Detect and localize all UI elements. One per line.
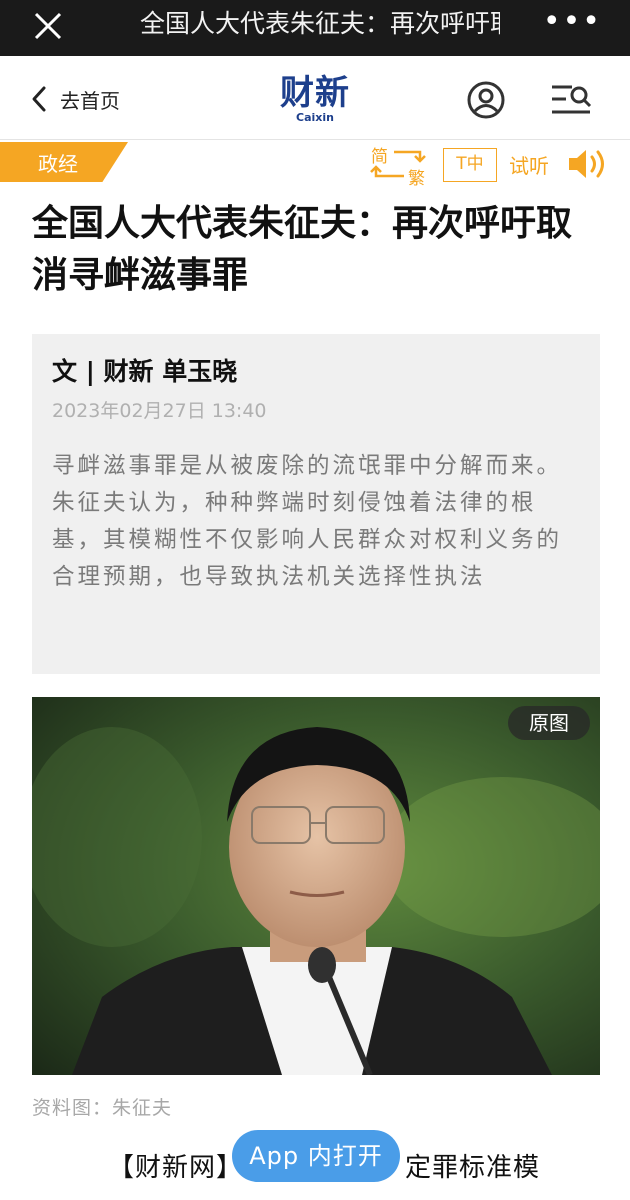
simplified-label: 简 bbox=[371, 147, 388, 167]
close-icon[interactable] bbox=[28, 6, 68, 46]
open-in-app-button[interactable]: App 内打开 bbox=[232, 1130, 400, 1182]
caixin-logo[interactable]: 财新 Caixin bbox=[270, 74, 360, 124]
article-author: 文 | 财新 单玉晓 bbox=[52, 357, 238, 386]
article-summary-card: 文 | 财新 单玉晓 2023年02月27日 13:40 寻衅滋事罪是从被废除的… bbox=[32, 334, 600, 674]
chevron-left-icon bbox=[32, 86, 46, 112]
portrait-image bbox=[32, 697, 600, 1075]
article-photo[interactable]: 原图 bbox=[32, 697, 600, 1075]
menu-search-icon[interactable] bbox=[550, 82, 592, 118]
category-label: 政经 bbox=[38, 152, 78, 176]
article-toolbar: 政经 简 繁 T中 试听 bbox=[0, 142, 630, 189]
category-tag[interactable]: 政经 bbox=[0, 142, 128, 182]
browser-top-bar: 全国人大代表朱征夫：再次呼吁取消寻衅滋事罪 ••• bbox=[0, 0, 630, 56]
logo-text-en: Caixin bbox=[296, 111, 334, 124]
back-home-label: 去首页 bbox=[60, 88, 120, 113]
simplified-traditional-toggle[interactable]: 简 繁 bbox=[368, 142, 430, 189]
back-home-link[interactable]: 去首页 bbox=[30, 82, 120, 116]
site-header: 去首页 财新 Caixin bbox=[0, 56, 630, 140]
listen-button[interactable]: 试听 bbox=[509, 150, 549, 179]
traditional-label: 繁 bbox=[408, 169, 425, 189]
browser-title: 全国人大代表朱征夫：再次呼吁取消寻衅滋事罪 bbox=[140, 9, 500, 38]
article-date: 2023年02月27日 13:40 bbox=[52, 400, 267, 422]
logo-text-cn: 财新 bbox=[280, 73, 350, 113]
font-size-button[interactable]: T中 bbox=[443, 148, 497, 182]
article-summary: 寻衅滋事罪是从被废除的流氓罪中分解而来。朱征夫认为，种种弊端时刻侵蚀着法律的根基… bbox=[52, 453, 563, 590]
view-original-button[interactable]: 原图 bbox=[508, 706, 590, 740]
user-icon[interactable] bbox=[466, 80, 506, 120]
speaker-icon[interactable] bbox=[566, 146, 610, 182]
more-options-icon[interactable]: ••• bbox=[543, 7, 602, 37]
article-headline: 全国人大代表朱征夫：再次呼吁取消寻衅滋事罪 bbox=[32, 203, 573, 296]
photo-caption: 资料图：朱征夫 bbox=[32, 1097, 173, 1119]
